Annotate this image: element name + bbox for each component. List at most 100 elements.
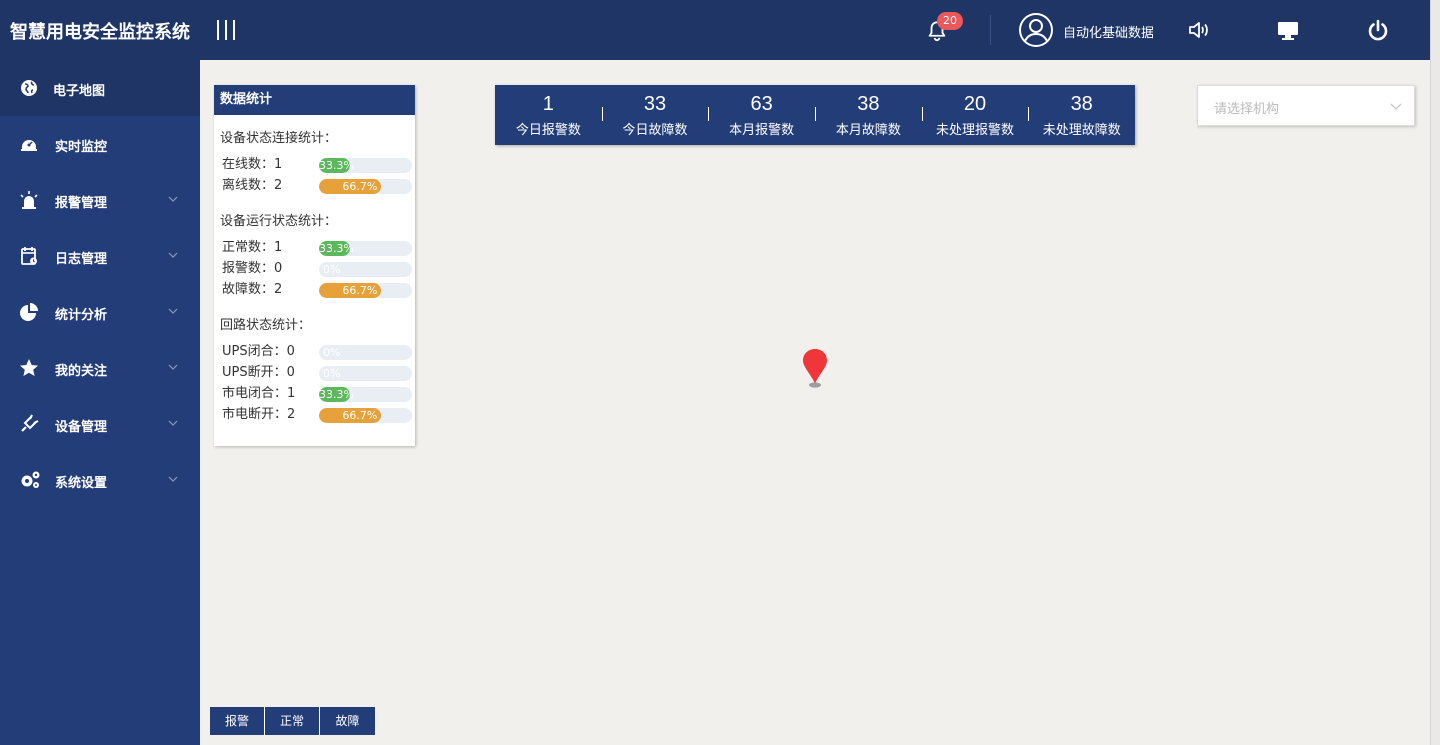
counter-value: 63 xyxy=(750,93,773,115)
chevron-down-icon xyxy=(168,252,178,258)
sidebar-item-label: 设备管理 xyxy=(55,420,108,435)
sidebar-item-label: 我的关注 xyxy=(55,364,108,379)
sidebar-item-settings[interactable]: 系统设置 xyxy=(0,452,200,508)
sidebar-item-label: 报警管理 xyxy=(55,196,108,211)
stat-progress-track: 0% xyxy=(319,366,412,381)
stat-progress-track: 33.3% xyxy=(319,387,412,402)
plug-icon xyxy=(21,414,39,432)
stats-panel-title: 数据统计 xyxy=(214,85,415,115)
counter-value: 38 xyxy=(857,93,880,115)
speaker-icon[interactable] xyxy=(1187,19,1211,41)
counter-value: 1 xyxy=(542,93,554,115)
stat-progress-track: 66.7% xyxy=(319,408,412,423)
stat-label: 离线数：2 xyxy=(222,178,283,193)
counter-value: 20 xyxy=(963,93,987,115)
counter-label: 今日故障数 xyxy=(622,123,688,138)
sidebar-item-realtime[interactable]: 实时监控 xyxy=(0,116,200,172)
sidebar-item-label: 电子地图 xyxy=(53,84,106,99)
username[interactable]: 自动化基础数据 xyxy=(1063,22,1153,41)
stat-label: 报警数：0 xyxy=(222,261,283,276)
globe-icon xyxy=(21,80,37,96)
counter-value: 33 xyxy=(643,93,667,115)
stat-row: UPS闭合：0 0% xyxy=(222,344,412,360)
counter-label: 本月报警数 xyxy=(729,123,795,138)
map-pin-icon[interactable] xyxy=(800,347,830,389)
stat-label: 市电断开：2 xyxy=(222,407,296,422)
counter-label: 本月故障数 xyxy=(835,123,901,138)
sidebar-item-alarm[interactable]: 报警管理 xyxy=(0,172,200,228)
top-header: 智慧用电安全监控系统 20 自动化基础数据 xyxy=(0,0,1430,60)
stat-progress-track: 33.3% xyxy=(319,158,412,173)
chevron-down-icon xyxy=(168,476,178,482)
sidebar-item-label: 系统设置 xyxy=(55,476,108,491)
stat-row: 报警数：0 0% xyxy=(222,261,412,277)
counter-unhandled-alarms[interactable]: 20 未处理报警数 xyxy=(921,85,1029,145)
stat-row: 故障数：2 66.7% xyxy=(222,282,412,298)
stat-progress-fill: 66.7% xyxy=(319,283,382,298)
sidebar-item-log[interactable]: 日志管理 xyxy=(0,228,200,284)
page-scrollbar[interactable] xyxy=(1430,0,1440,745)
counter-label: 未处理故障数 xyxy=(1042,123,1121,138)
chevron-down-icon xyxy=(168,308,178,314)
user-avatar-icon[interactable] xyxy=(1018,12,1054,48)
stat-row: 市电断开：2 66.7% xyxy=(222,407,412,423)
stat-label: 正常数：1 xyxy=(222,240,283,255)
header-divider xyxy=(990,15,991,45)
sidebar-item-label: 日志管理 xyxy=(55,252,108,267)
counter-value: 38 xyxy=(1070,93,1093,115)
chevron-down-icon xyxy=(168,364,178,370)
chevron-down-icon xyxy=(1390,103,1402,110)
stat-label: UPS断开：0 xyxy=(222,365,295,380)
stats-group-title: 回路状态统计： xyxy=(220,318,312,333)
stat-label: 市电闭合：1 xyxy=(222,386,296,401)
stat-progress-track: 66.7% xyxy=(319,179,412,194)
stat-progress-fill: 0% xyxy=(323,367,341,380)
chevron-down-icon xyxy=(168,420,178,426)
stat-row: UPS断开：0 0% xyxy=(222,365,412,381)
stat-progress-track: 0% xyxy=(319,345,412,360)
calendar-log-icon xyxy=(21,247,37,265)
sidebar-item-label: 统计分析 xyxy=(55,308,108,323)
alarm-light-icon xyxy=(20,191,38,209)
stat-progress-track: 0% xyxy=(319,262,412,277)
monitor-dashboard-icon xyxy=(21,140,37,151)
pie-chart-icon xyxy=(20,303,38,321)
sidebar-item-map[interactable]: 电子地图 xyxy=(0,60,200,116)
stat-progress-fill: 0% xyxy=(323,346,341,359)
legend-normal-button[interactable]: 正常 xyxy=(265,707,320,735)
sidebar-item-device[interactable]: 设备管理 xyxy=(0,396,200,452)
stat-label: 在线数：1 xyxy=(222,157,283,172)
power-icon[interactable] xyxy=(1366,19,1390,41)
map-legend: 报警 正常 故障 xyxy=(210,707,375,735)
counter-month-alarms[interactable]: 63 本月报警数 xyxy=(708,85,815,145)
counter-label: 未处理报警数 xyxy=(936,123,1015,138)
legend-fault-button[interactable]: 故障 xyxy=(320,707,375,735)
gears-icon xyxy=(21,471,40,488)
app-title: 智慧用电安全监控系统 xyxy=(10,22,190,43)
stat-row: 正常数：1 33.3% xyxy=(222,240,412,256)
sidebar: 电子地图 实时监控 报警管理 日志管理 统计分析 我的关注 设备管理 系统设置 xyxy=(0,60,200,745)
stats-group-title: 设备状态连接统计： xyxy=(220,131,338,146)
sidebar-item-statistics[interactable]: 统计分析 xyxy=(0,284,200,340)
monitor-icon[interactable] xyxy=(1276,19,1300,41)
counter-month-faults[interactable]: 38 本月故障数 xyxy=(815,85,922,145)
stat-label: UPS闭合：0 xyxy=(222,344,295,359)
data-statistics-panel: 数据统计 设备状态连接统计： 在线数：1 33.3% 离线数：2 66.7% 设… xyxy=(214,85,415,446)
menu-toggle-icon[interactable] xyxy=(217,20,235,40)
sidebar-item-label: 实时监控 xyxy=(55,140,108,155)
legend-alarm-button[interactable]: 报警 xyxy=(210,707,265,735)
counter-today-faults[interactable]: 33 今日故障数 xyxy=(601,85,709,145)
counter-today-alarms[interactable]: 1 今日报警数 xyxy=(495,85,602,145)
counter-unhandled-faults[interactable]: 38 未处理故障数 xyxy=(1028,85,1135,145)
stat-row: 离线数：2 66.7% xyxy=(222,178,412,194)
summary-counters: 1 今日报警数 33 今日故障数 63 本月报警数 38 本月故障数 20 未处… xyxy=(495,85,1135,145)
stats-group-title: 设备运行状态统计： xyxy=(220,214,338,229)
stat-progress-track: 33.3% xyxy=(319,241,412,256)
stat-progress-fill: 33.3% xyxy=(319,241,354,256)
stat-row: 市电闭合：1 33.3% xyxy=(222,386,412,402)
chevron-down-icon xyxy=(168,196,178,202)
organization-select-placeholder: 请选择机构 xyxy=(1214,102,1280,117)
stat-progress-fill: 33.3% xyxy=(319,387,354,402)
sidebar-item-favorites[interactable]: 我的关注 xyxy=(0,340,200,396)
organization-select[interactable]: 请选择机构 xyxy=(1197,85,1415,126)
